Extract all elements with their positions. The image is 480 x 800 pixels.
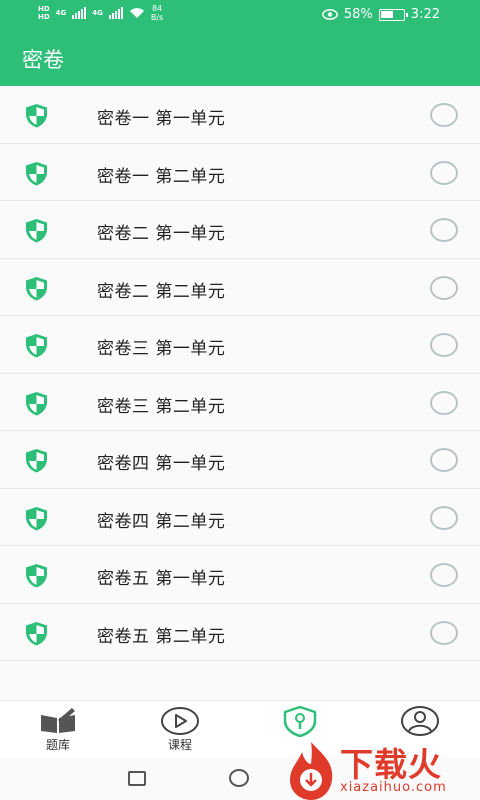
list-item[interactable]: 密卷三 第一单元 xyxy=(0,316,480,374)
radio-button[interactable] xyxy=(430,563,458,587)
list-item[interactable]: 密卷一 第二单元 xyxy=(0,143,480,201)
battery-fill xyxy=(380,10,393,18)
shield-icon xyxy=(26,104,47,128)
user-circle-icon xyxy=(401,706,439,736)
signal-icon-2 xyxy=(108,7,123,19)
hd-indicator: HD HD xyxy=(38,5,50,21)
hd-label-1: HD xyxy=(38,5,50,13)
network-type-2: 4G xyxy=(92,9,103,17)
flame-logo-icon xyxy=(290,742,333,800)
recent-apps-button[interactable] xyxy=(128,771,146,786)
tab-course[interactable]: 课程 xyxy=(140,705,220,759)
list-item-label: 密卷四 第二单元 xyxy=(97,511,226,532)
list-item-label: 密卷一 第一单元 xyxy=(97,109,226,129)
shield-icon xyxy=(26,391,47,415)
list-item-label: 密卷一 第二单元 xyxy=(97,166,226,187)
speed-unit: B/s xyxy=(150,13,164,22)
status-right: 58% 3:22 xyxy=(321,7,440,22)
wifi-icon xyxy=(129,8,144,18)
radio-button[interactable] xyxy=(430,103,458,127)
shield-icon xyxy=(26,161,47,185)
network-type-1: 4G xyxy=(55,9,67,17)
battery-percent: 58% xyxy=(343,7,373,22)
list-item[interactable]: 密卷四 第二单元 xyxy=(0,488,480,546)
clock: 3:22 xyxy=(410,7,440,22)
hd-label-2: HD xyxy=(38,13,50,21)
radio-button[interactable] xyxy=(430,505,458,530)
shield-icon xyxy=(26,506,47,530)
page-title: 密卷 xyxy=(22,48,64,72)
list-item[interactable]: 密卷四 第一单元 xyxy=(0,431,480,489)
list-item-label: 密卷二 第一单元 xyxy=(97,224,226,244)
watermark: 下载火 xiazaihuo.com xyxy=(284,738,480,800)
app-screen: HD HD 4G 4G 84 B/s 58% 3:22 密卷 密卷一 第一单元密… xyxy=(0,0,480,800)
list-item-label: 密卷二 第二单元 xyxy=(97,281,226,302)
list-item[interactable]: 密卷三 第二单元 xyxy=(0,373,480,431)
app-bar: 密卷 xyxy=(0,30,480,86)
shield-icon xyxy=(26,564,47,588)
play-circle-icon xyxy=(161,707,199,735)
tab-question-bank[interactable]: 题库 xyxy=(18,705,98,759)
watermark-text: 下载火 xyxy=(340,745,442,784)
list-item-label: 密卷三 第二单元 xyxy=(97,396,226,417)
list-item[interactable]: 密卷二 第一单元 xyxy=(0,201,480,259)
network-speed: 84 B/s xyxy=(151,4,163,22)
paper-list: 密卷一 第一单元 密卷一 第二单元 密卷二 第一单元 密卷二 第二单元 密卷三 第一单元… xyxy=(0,86,480,661)
radio-button[interactable] xyxy=(430,160,458,185)
shield-icon xyxy=(26,219,47,243)
list-item-label: 密卷四 第一单元 xyxy=(97,454,226,474)
list-item[interactable]: 密卷二 第二单元 xyxy=(0,258,480,316)
shield-icon xyxy=(26,334,47,358)
watermark-url: xiazaihuo.com xyxy=(340,780,447,795)
book-pen-icon xyxy=(41,708,75,733)
list-item-label: 密卷三 第一单元 xyxy=(97,339,226,359)
shield-key-icon xyxy=(283,705,317,737)
radio-button[interactable] xyxy=(430,275,458,300)
shield-icon xyxy=(26,276,47,300)
tab-label-question-bank: 题库 xyxy=(45,738,70,752)
speed-value: 84 xyxy=(152,4,163,13)
radio-button[interactable] xyxy=(430,620,458,645)
home-button[interactable] xyxy=(229,769,249,787)
radio-button[interactable] xyxy=(430,390,458,415)
radio-button[interactable] xyxy=(430,333,458,357)
signal-icon xyxy=(72,7,87,19)
list-item[interactable]: 密卷一 第一单元 xyxy=(0,86,480,144)
list-item[interactable]: 密卷五 第二单元 xyxy=(0,603,480,661)
shield-icon xyxy=(26,621,47,645)
battery-icon xyxy=(378,8,408,21)
status-left: HD HD 4G 4G 84 B/s xyxy=(38,4,163,22)
list-item[interactable]: 密卷五 第一单元 xyxy=(0,546,480,604)
list-item-label: 密卷五 第二单元 xyxy=(97,626,226,647)
status-bar: HD HD 4G 4G 84 B/s 58% 3:22 xyxy=(0,0,480,30)
tab-label-course: 课程 xyxy=(167,738,192,752)
eye-icon xyxy=(321,9,338,20)
radio-button[interactable] xyxy=(430,448,458,472)
radio-button[interactable] xyxy=(430,218,458,242)
shield-icon xyxy=(26,449,47,473)
list-item-label: 密卷五 第一单元 xyxy=(97,569,226,589)
